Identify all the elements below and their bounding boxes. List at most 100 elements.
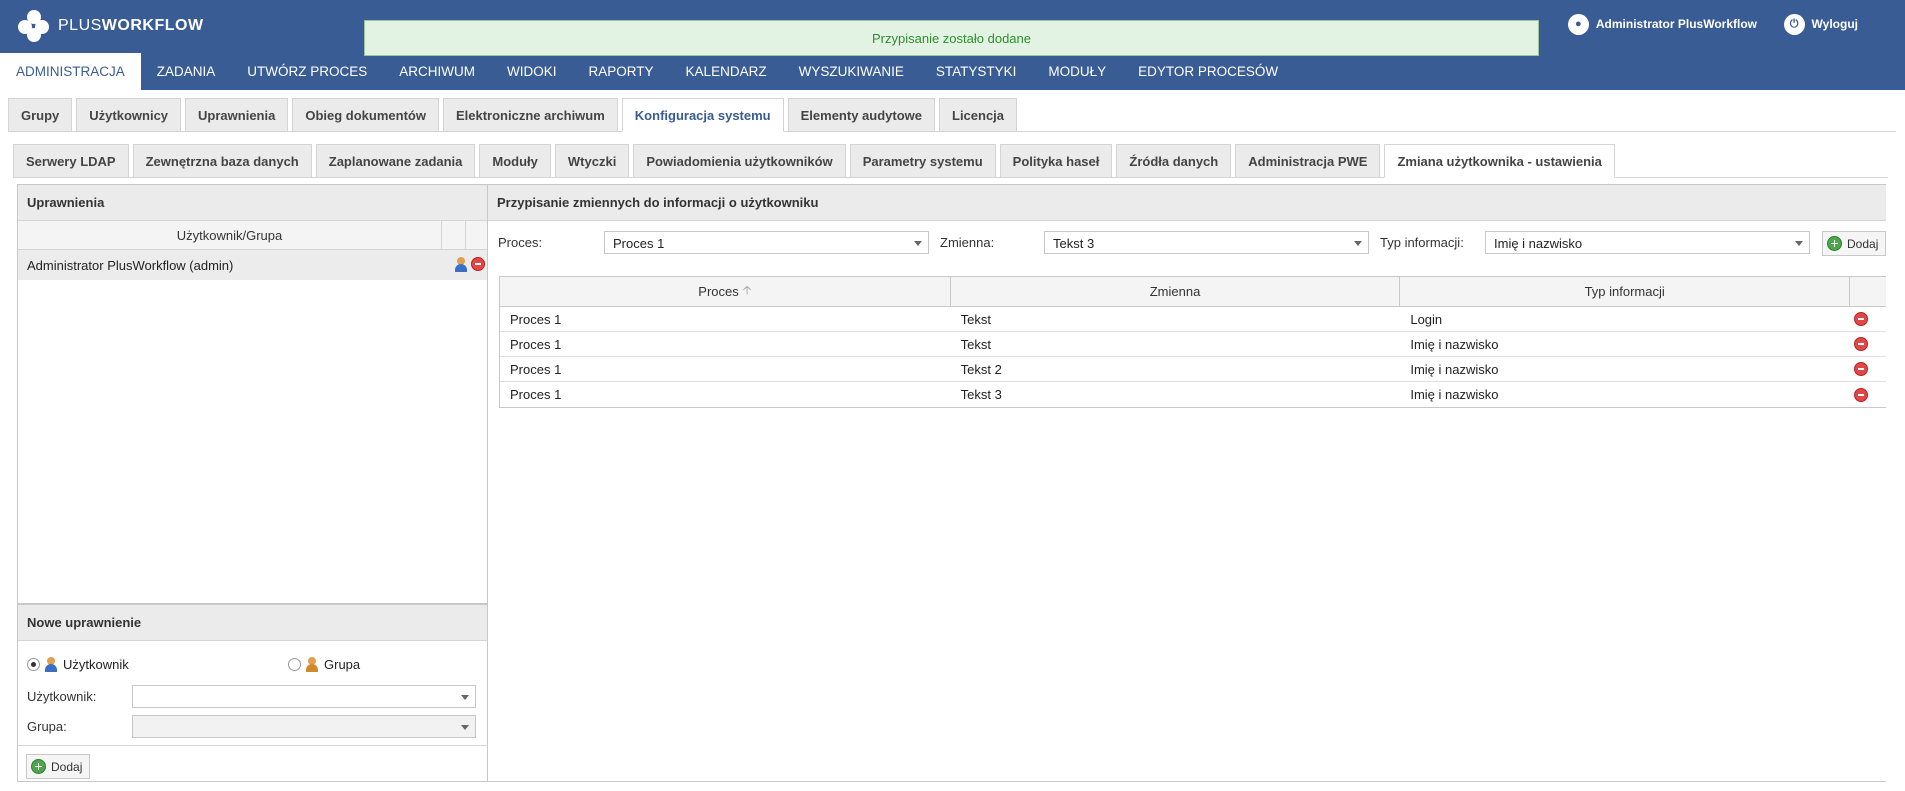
radio-user-option[interactable]: Użytkownik xyxy=(27,657,129,672)
radio-user[interactable] xyxy=(27,658,40,671)
tab-licencja[interactable]: Licencja xyxy=(939,98,1018,132)
cell-variable: Tekst xyxy=(960,311,992,327)
permissions-grid-header: Użytkownik/Grupa xyxy=(18,221,487,250)
success-notification: Przypisanie zostało dodane xyxy=(364,20,1539,56)
logout-label: Wyloguj xyxy=(1811,17,1858,31)
nav-moduly[interactable]: MODUŁY xyxy=(1032,53,1122,90)
cell-info-type: Login xyxy=(1410,311,1443,327)
user-type-icon xyxy=(454,257,468,272)
permissions-panel: Uprawnienia Użytkownik/Grupa Administrat… xyxy=(17,184,488,782)
app-logo[interactable]: PLUSWORKFLOW xyxy=(18,10,204,42)
nav-edytor-procesow[interactable]: EDYTOR PROCESÓW xyxy=(1122,53,1294,90)
tab-parametry-systemu[interactable]: Parametry systemu xyxy=(849,144,996,178)
tab-konfiguracja-systemu[interactable]: Konfiguracja systemu xyxy=(621,98,784,132)
main-navigation: ADMINISTRACJA ZADANIA UTWÓRZ PROCES ARCH… xyxy=(0,53,1905,90)
nav-wyszukiwanie[interactable]: WYSZUKIWANIE xyxy=(783,53,920,90)
process-select-value: Proces 1 xyxy=(613,236,665,251)
tab-grupy[interactable]: Grupy xyxy=(8,98,73,132)
logout-button[interactable]: ⏻ Wyloguj xyxy=(1783,12,1858,36)
chevron-down-icon xyxy=(461,695,469,700)
nav-utworz-proces[interactable]: UTWÓRZ PROCES xyxy=(231,53,383,90)
nav-kalendarz[interactable]: KALENDARZ xyxy=(670,53,783,90)
column-header-user-group[interactable]: Użytkownik/Grupa xyxy=(18,221,442,249)
delete-icon[interactable] xyxy=(1854,337,1869,351)
chevron-down-icon xyxy=(914,241,922,246)
user-select[interactable] xyxy=(132,685,476,708)
permission-row-name: Administrator PlusWorkflow (admin) xyxy=(27,257,234,273)
info-type-label: Typ informacji: xyxy=(1380,235,1464,250)
tab-elektroniczne-archiwum[interactable]: Elektroniczne archiwum xyxy=(442,98,618,132)
tab-wtyczki[interactable]: Wtyczki xyxy=(554,144,630,178)
group-field-label: Grupa: xyxy=(27,719,67,734)
tab-serwery-ldap[interactable]: Serwery LDAP xyxy=(13,144,129,178)
table-row[interactable]: Proces 1 Tekst Login xyxy=(500,307,1886,332)
column-header-action xyxy=(1850,277,1886,306)
assignment-panel-title: Przypisanie zmiennych do informacji o uż… xyxy=(488,185,1886,221)
delete-icon[interactable] xyxy=(1854,387,1869,402)
tabs-level2: Serwery LDAP Zewnętrzna baza danych Zapl… xyxy=(13,144,1619,178)
column-header-info-type[interactable]: Typ informacji xyxy=(1400,277,1851,306)
table-row[interactable]: Administrator PlusWorkflow (admin) xyxy=(18,250,487,280)
logo-text: PLUSWORKFLOW xyxy=(58,17,204,34)
radio-group-option[interactable]: Grupa xyxy=(288,657,360,672)
cell-process: Proces 1 xyxy=(510,387,562,402)
tab-zewnetrzna-baza-danych[interactable]: Zewnętrzna baza danych xyxy=(132,144,312,178)
group-icon xyxy=(305,657,319,672)
delete-icon[interactable] xyxy=(1854,312,1869,326)
nav-archiwum[interactable]: ARCHIWUM xyxy=(383,53,491,90)
tab-moduly[interactable]: Moduły xyxy=(479,144,551,178)
current-user[interactable]: ● Administrator PlusWorkflow xyxy=(1567,12,1757,36)
tab-uprawnienia[interactable]: Uprawnienia xyxy=(185,98,289,132)
tab-zrodla-danych[interactable]: Źródła danych xyxy=(1116,144,1232,178)
nav-administracja[interactable]: ADMINISTRACJA xyxy=(0,53,141,90)
radio-group[interactable] xyxy=(288,658,301,671)
delete-icon[interactable] xyxy=(471,257,485,271)
add-icon xyxy=(31,759,46,774)
tab-zmiana-uzytkownika-ustawienia[interactable]: Zmiana użytkownika - ustawienia xyxy=(1384,144,1615,178)
info-type-select-value: Imię i nazwisko xyxy=(1494,236,1583,251)
add-permission-label: Dodaj xyxy=(51,759,83,774)
assignment-panel: Przypisanie zmiennych do informacji o uż… xyxy=(488,184,1887,782)
column-header-action xyxy=(466,221,487,249)
table-row[interactable]: Proces 1 Tekst 3 Imię i nazwisko xyxy=(500,382,1886,407)
group-select[interactable] xyxy=(132,715,476,738)
nav-raporty[interactable]: RAPORTY xyxy=(573,53,670,90)
logo-mark-icon xyxy=(18,10,52,42)
current-user-name: Administrator PlusWorkflow xyxy=(1595,17,1757,31)
add-permission-button[interactable]: Dodaj xyxy=(26,754,91,779)
new-permission-title: Nowe uprawnienie xyxy=(18,605,487,641)
tab-administracja-pwe[interactable]: Administracja PWE xyxy=(1235,144,1381,178)
tab-uzytkownicy[interactable]: Użytkownicy xyxy=(76,98,182,132)
tab-obieg-dokumentow[interactable]: Obieg dokumentów xyxy=(292,98,439,132)
table-row[interactable]: Proces 1 Tekst Imię i nazwisko xyxy=(500,332,1886,357)
cell-info-type: Imię i nazwisko xyxy=(1410,361,1499,377)
cell-variable: Tekst xyxy=(960,336,992,352)
nav-statystyki[interactable]: STATYSTYKI xyxy=(920,53,1033,90)
cell-variable: Tekst 2 xyxy=(960,361,1002,377)
variable-label: Zmienna: xyxy=(940,235,995,250)
sort-asc-icon: 🡡 xyxy=(742,283,752,297)
user-field-label: Użytkownik: xyxy=(27,689,97,704)
radio-group-label: Grupa xyxy=(324,657,361,672)
permissions-panel-title: Uprawnienia xyxy=(18,185,487,221)
nav-widoki[interactable]: WIDOKI xyxy=(491,53,573,90)
tab-polityka-hasel[interactable]: Polityka haseł xyxy=(999,144,1113,178)
cell-info-type: Imię i nazwisko xyxy=(1410,336,1499,352)
column-header-variable[interactable]: Zmienna xyxy=(951,277,1401,306)
add-assignment-button[interactable]: Dodaj xyxy=(1822,231,1887,256)
process-select[interactable]: Proces 1 xyxy=(604,231,929,254)
tab-zaplanowane-zadania[interactable]: Zaplanowane zadania xyxy=(315,144,476,178)
chevron-down-icon xyxy=(1354,241,1362,246)
variable-select[interactable]: Tekst 3 xyxy=(1044,231,1369,254)
cell-info-type: Imię i nazwisko xyxy=(1410,387,1499,402)
chevron-down-icon xyxy=(461,725,469,730)
info-type-select[interactable]: Imię i nazwisko xyxy=(1485,231,1810,254)
tab-powiadomienia-uzytkownikow[interactable]: Powiadomienia użytkowników xyxy=(633,144,846,178)
table-row[interactable]: Proces 1 Tekst 2 Imię i nazwisko xyxy=(500,357,1886,382)
cell-process: Proces 1 xyxy=(510,361,562,377)
tab-elementy-audytowe[interactable]: Elementy audytowe xyxy=(787,98,935,132)
column-header-process[interactable]: Proces 🡡 xyxy=(500,277,951,306)
nav-zadania[interactable]: ZADANIA xyxy=(141,53,232,90)
delete-icon[interactable] xyxy=(1854,362,1869,376)
process-label: Proces: xyxy=(498,235,543,250)
